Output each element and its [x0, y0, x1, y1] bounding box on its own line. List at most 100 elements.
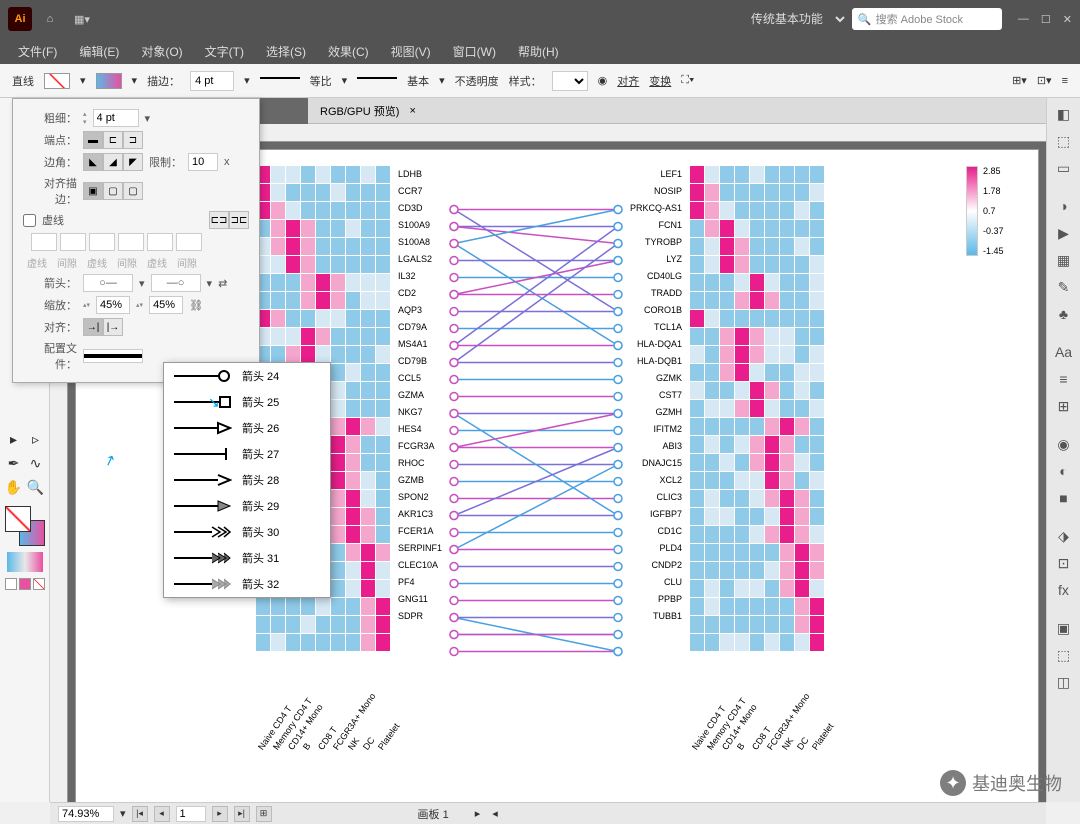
menu-item[interactable]: 对象(O) [131, 40, 192, 63]
close-icon[interactable]: ✕ [1063, 13, 1072, 26]
panel-menu-icon[interactable]: ≡ [1062, 75, 1068, 87]
panel-icon[interactable]: ♣ [1052, 302, 1076, 326]
pen-tool[interactable]: ✒ [3, 452, 25, 474]
corner-buttons[interactable]: ◣◢◤ [83, 153, 143, 171]
isolate-icon[interactable]: ⛶▾ [681, 74, 694, 87]
arrowhead-option[interactable]: 箭头 30 [164, 519, 330, 545]
heatmap-chart: Naive CD4 TMemory CD4 TCD14+ MonoBCD8 TF… [256, 166, 1006, 696]
weight-input[interactable] [93, 109, 139, 127]
miter-limit-input[interactable] [188, 153, 218, 171]
arrow-scale-1[interactable] [96, 296, 130, 314]
panel-icon[interactable]: ◫ [1052, 670, 1076, 694]
tutorial-arrow-icon: ↘ [208, 394, 220, 411]
gradient-preview[interactable] [7, 552, 43, 572]
panel-icon[interactable]: ▦ [1052, 248, 1076, 272]
close-tab-icon[interactable]: × [409, 105, 415, 117]
artboard-number-input[interactable] [176, 806, 206, 822]
statusbar: ▾ |◂ ◂ ▸ ▸| ⊞ 画板 1 ▸ ◂ [50, 802, 1046, 824]
recolor-icon[interactable]: ◉ [598, 74, 608, 87]
cap-buttons[interactable]: ▬⊏⊐ [83, 131, 143, 149]
width-profile-preview [260, 77, 300, 85]
fill-swatch[interactable] [44, 73, 70, 89]
menu-item[interactable]: 效果(C) [318, 40, 379, 63]
panel-icon[interactable]: Aa [1052, 340, 1076, 364]
brush-preview [357, 77, 397, 85]
color-mode-swatches[interactable] [5, 578, 45, 590]
menu-item[interactable]: 编辑(E) [69, 40, 129, 63]
stroke-panel: 粗细： ▴▾ ▾ 端点： ▬⊏⊐ 边角： ◣◢◤ 限制： x 对齐描边： ▣▢▢… [12, 98, 260, 383]
home-icon[interactable]: ⌂ [36, 5, 64, 33]
menu-item[interactable]: 文件(F) [8, 40, 67, 63]
arrow-start-select[interactable]: ○— [83, 274, 133, 292]
last-artboard-button[interactable]: ▸| [234, 806, 250, 822]
panel-icon[interactable]: ▭ [1052, 156, 1076, 180]
stroke-weight-input[interactable] [190, 71, 234, 91]
panel-icon[interactable]: ◐ [1052, 459, 1076, 483]
panel-icon[interactable]: ✎ [1052, 275, 1076, 299]
search-stock-input[interactable]: 🔍 搜索 Adobe Stock [852, 8, 1002, 30]
maximize-icon[interactable]: ☐ [1041, 13, 1051, 26]
arrowhead-option[interactable]: 箭头 28 [164, 467, 330, 493]
dash-checkbox[interactable] [23, 214, 36, 227]
tool-name: 直线 [12, 73, 34, 89]
fill-stroke-swatches[interactable] [5, 506, 45, 546]
menu-item[interactable]: 文字(T) [195, 40, 254, 63]
panel-icon[interactable]: ▶ [1052, 221, 1076, 245]
menu-item[interactable]: 帮助(H) [508, 40, 569, 63]
document-tab[interactable]: RGB/GPU 预览)× [308, 98, 1046, 124]
panel-icon[interactable]: ⬗ [1052, 524, 1076, 548]
first-artboard-button[interactable]: |◂ [132, 806, 148, 822]
prefs-icon[interactable]: ⊡▾ [1037, 74, 1052, 87]
panel-icon[interactable]: ◉ [1052, 432, 1076, 456]
menu-item[interactable]: 视图(V) [381, 40, 441, 63]
panel-icon[interactable]: ≡ [1052, 367, 1076, 391]
curvature-tool[interactable]: ∿ [25, 452, 47, 474]
menu-item[interactable]: 选择(S) [256, 40, 316, 63]
panel-icon[interactable]: ◑ [1052, 194, 1076, 218]
panel-icon[interactable]: ⊞ [1052, 394, 1076, 418]
zoom-input[interactable] [58, 806, 114, 822]
grid-icon[interactable]: ⊞▾ [1012, 74, 1027, 87]
align-stroke-buttons[interactable]: ▣▢▢ [83, 182, 143, 200]
style-select[interactable] [552, 71, 588, 91]
minimize-icon[interactable]: — [1018, 13, 1029, 26]
arrowhead-option[interactable]: 箭头 31 [164, 545, 330, 571]
prev-artboard-button[interactable]: ◂ [154, 806, 170, 822]
panel-icon[interactable]: ■ [1052, 486, 1076, 510]
link-scale-icon[interactable]: ⛓ [189, 299, 203, 312]
zoom-tool[interactable]: 🔍 [25, 476, 47, 498]
hand-tool[interactable]: ✋ [3, 476, 25, 498]
titlebar: Ai ⌂ ▦▾ 传统基本功能 🔍 搜索 Adobe Stock — ☐ ✕ [0, 0, 1080, 38]
transform-link[interactable]: 变换 [649, 73, 671, 89]
arrow-end-select[interactable]: —○ [151, 274, 201, 292]
wechat-icon: ✦ [940, 770, 966, 796]
arrowhead-option[interactable]: 箭头 26 [164, 415, 330, 441]
panel-icon[interactable]: ▣ [1052, 616, 1076, 640]
align-link[interactable]: 对齐 [617, 73, 639, 89]
stroke-swatch[interactable] [96, 73, 122, 89]
workspace-selector[interactable]: 传统基本功能 [739, 7, 848, 31]
watermark: ✦ 基迪奥生物 [940, 770, 1062, 796]
arrowhead-option[interactable]: 箭头 25 [164, 389, 330, 415]
arrowhead-option[interactable]: 箭头 24 [164, 363, 330, 389]
next-artboard-button[interactable]: ▸ [212, 806, 228, 822]
right-panel-dock: ◧ ⬚ ▭ ◑ ▶ ▦ ✎ ♣ Aa ≡ ⊞ ◉ ◐ ■ ⬗ ⊡ fx ▣ ⬚ ◫ [1046, 98, 1080, 802]
swap-arrows-icon[interactable]: ⇄ [218, 277, 227, 290]
app-logo: Ai [8, 7, 32, 31]
menubar: 文件(F)编辑(E)对象(O)文字(T)选择(S)效果(C)视图(V)窗口(W)… [0, 38, 1080, 64]
selection-tool[interactable]: ▸ [3, 428, 25, 450]
arrow-align-buttons[interactable]: →||→ [83, 318, 123, 336]
panel-icon[interactable]: ◧ [1052, 102, 1076, 126]
panel-icon[interactable]: fx [1052, 578, 1076, 602]
menu-item[interactable]: 窗口(W) [443, 40, 506, 63]
arrowhead-option[interactable]: 箭头 27 [164, 441, 330, 467]
artboard-nav-icon[interactable]: ⊞ [256, 806, 272, 822]
direct-selection-tool[interactable]: ▹ [25, 428, 47, 450]
panel-icon[interactable]: ⊡ [1052, 551, 1076, 575]
arrange-icon[interactable]: ▦▾ [68, 5, 96, 33]
arrow-scale-2[interactable] [149, 296, 183, 314]
panel-icon[interactable]: ⬚ [1052, 129, 1076, 153]
arrowhead-option[interactable]: 箭头 29 [164, 493, 330, 519]
arrowhead-option[interactable]: 箭头 32 [164, 571, 330, 597]
panel-icon[interactable]: ⬚ [1052, 643, 1076, 667]
